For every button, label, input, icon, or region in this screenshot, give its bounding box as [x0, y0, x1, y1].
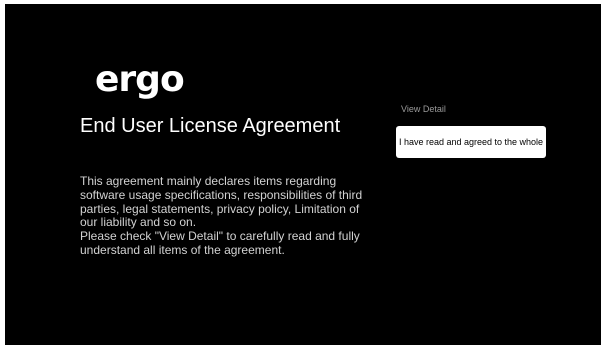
page-title: End User License Agreement — [80, 115, 341, 137]
agree-button[interactable]: I have read and agreed to the whole — [396, 126, 546, 158]
agreement-description: This agreement mainly declares items reg… — [80, 174, 370, 258]
tv-screen: ergo End User License Agreement This agr… — [5, 4, 601, 345]
ergo-logo: ergo — [95, 59, 185, 100]
agreement-summary-text: This agreement mainly declares items reg… — [80, 174, 363, 230]
view-detail-link[interactable]: View Detail — [401, 104, 446, 114]
agreement-instruction-text: Please check "View Detail" to carefully … — [80, 229, 360, 257]
